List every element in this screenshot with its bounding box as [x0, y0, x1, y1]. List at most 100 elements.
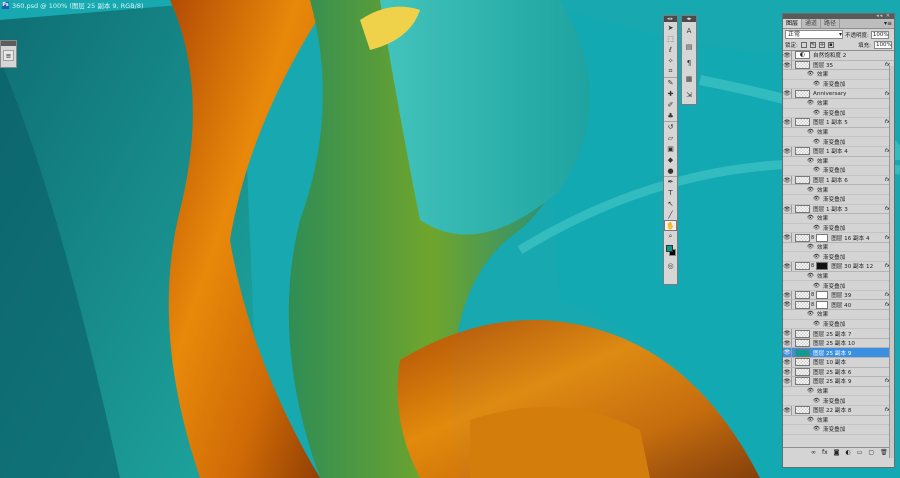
tab-channels[interactable]: 通道 — [802, 19, 822, 28]
effect-visibility-icon[interactable]: 👁 — [807, 388, 814, 394]
effect-row[interactable]: 👁 渐变叠加 — [783, 80, 894, 90]
new-layer-icon[interactable]: ▢ — [868, 449, 874, 456]
type-tool-icon[interactable]: T — [664, 187, 677, 198]
visibility-eye-icon[interactable]: 👁 — [783, 204, 792, 214]
eraser-tool-icon[interactable]: ▱ — [664, 132, 677, 143]
layer-row[interactable]: 👁 图层 1 副本 5 fx — [783, 118, 894, 128]
visibility-eye-icon[interactable]: 👁 — [783, 262, 792, 271]
clone-stamp-tool-icon[interactable]: ♣ — [664, 110, 677, 121]
effects-group-row[interactable]: 👁 效果 — [783, 99, 894, 109]
effect-visibility-icon[interactable]: 👁 — [807, 215, 814, 221]
layer-row[interactable]: 👁 ◐ 自然饱和度 2 — [783, 51, 894, 61]
blend-mode-select[interactable]: 正常 ▾ — [785, 30, 843, 39]
healing-brush-tool-icon[interactable]: ✚ — [664, 88, 677, 99]
layer-mask-thumbnail[interactable] — [816, 291, 829, 300]
mask-link-icon[interactable]: 8 — [811, 292, 814, 298]
new-adjustment-icon[interactable]: ◐ — [846, 449, 851, 456]
gradient-tool-icon[interactable]: ▣ — [664, 143, 677, 154]
layer-row[interactable]: 👁 图层 25 副本 9 — [783, 348, 894, 358]
visibility-eye-icon[interactable]: 👁 — [783, 405, 792, 415]
layer-mask-thumbnail[interactable] — [816, 233, 829, 242]
visibility-eye-icon[interactable]: 👁 — [783, 175, 792, 185]
document-title-bar[interactable]: Ps 360.psd @ 100% (图层 25 副本 9, RGB/8) — [0, 0, 240, 10]
effect-row[interactable]: 👁 渐变叠加 — [783, 137, 894, 147]
visibility-eye-icon[interactable]: 👁 — [783, 338, 792, 348]
layer-row[interactable]: 👁 图层 1 副本 3 fx — [783, 204, 894, 215]
visibility-eye-icon[interactable]: 👁 — [783, 233, 792, 242]
layer-thumbnail[interactable] — [795, 262, 810, 271]
effect-visibility-icon[interactable]: 👁 — [807, 244, 814, 250]
quick-select-tool-icon[interactable]: ✧ — [664, 55, 677, 66]
layer-row[interactable]: 👁 图层 1 副本 4 fx — [783, 146, 894, 157]
mask-link-icon[interactable]: 8 — [811, 302, 814, 308]
collapsed-palette[interactable]: ≡ — [0, 40, 17, 68]
layer-thumbnail[interactable] — [795, 367, 810, 376]
shape-tool-icon[interactable]: ╱ — [664, 209, 677, 220]
palette-grip[interactable] — [1, 41, 16, 46]
layer-thumbnail[interactable] — [795, 118, 810, 127]
adjustment-thumbnail[interactable]: ◐ — [795, 51, 810, 60]
layer-row[interactable]: 👁 图层 25 副本 10 — [783, 338, 894, 349]
layer-thumbnail[interactable] — [795, 329, 810, 338]
mask-link-icon[interactable]: 8 — [811, 235, 814, 241]
layer-row[interactable]: 👁 8 图层 40 fx — [783, 300, 894, 311]
brush-tool-icon[interactable]: ✐ — [664, 99, 677, 110]
layer-thumbnail[interactable] — [795, 348, 810, 357]
visibility-eye-icon[interactable]: 👁 — [783, 348, 792, 357]
quick-mask-icon[interactable]: ◎ — [664, 260, 677, 271]
effects-group-row[interactable]: 👁 效果 — [783, 157, 894, 167]
layer-thumbnail[interactable] — [795, 339, 810, 348]
foreground-color-swatch[interactable] — [666, 245, 673, 252]
effect-visibility-icon[interactable]: 👁 — [813, 225, 820, 231]
visibility-eye-icon[interactable]: 👁 — [783, 146, 792, 156]
eyedropper-tool-icon[interactable]: ✎ — [664, 77, 677, 88]
effects-group-row[interactable]: 👁 效果 — [783, 310, 894, 320]
tab-paths[interactable]: 路径 — [821, 19, 841, 28]
effects-group-row[interactable]: 👁 效果 — [783, 185, 894, 195]
layer-row[interactable]: 👁 图层 25 副本 6 — [783, 367, 894, 378]
effect-visibility-icon[interactable]: 👁 — [813, 254, 820, 260]
link-layers-icon[interactable]: ∞ — [811, 449, 816, 456]
effect-visibility-icon[interactable]: 👁 — [813, 81, 820, 87]
visibility-eye-icon[interactable]: 👁 — [783, 367, 792, 377]
layer-row[interactable]: 👁 图层 22 副本 8 fx — [783, 405, 894, 416]
effect-visibility-icon[interactable]: 👁 — [807, 129, 814, 135]
effect-row[interactable]: 👁 渐变叠加 — [783, 281, 894, 291]
visibility-eye-icon[interactable]: 👁 — [783, 290, 792, 300]
layer-row[interactable]: 👁 8 图层 39 fx — [783, 290, 894, 301]
blur-tool-icon[interactable]: ◆ — [664, 154, 677, 165]
effect-visibility-icon[interactable]: 👁 — [813, 426, 820, 432]
path-select-tool-icon[interactable]: ↖ — [664, 198, 677, 209]
effects-group-row[interactable]: 👁 效果 — [783, 272, 894, 282]
effects-group-row[interactable]: 👁 效果 — [783, 128, 894, 138]
effect-visibility-icon[interactable]: 👁 — [813, 167, 820, 173]
effect-row[interactable]: 👁 渐变叠加 — [783, 252, 894, 263]
visibility-eye-icon[interactable]: 👁 — [783, 89, 792, 98]
layer-thumbnail[interactable] — [795, 176, 810, 185]
crop-tool-icon[interactable]: ⌗ — [664, 66, 677, 77]
styles-panel-icon[interactable]: ▦ — [682, 72, 696, 86]
dock-grip[interactable]: ◂▸ — [682, 16, 696, 22]
effects-group-row[interactable]: 👁 效果 — [783, 387, 894, 397]
layer-row[interactable]: 👁 图层 25 副本 9 fx — [783, 377, 894, 387]
layer-thumbnail[interactable] — [795, 89, 810, 98]
history-brush-tool-icon[interactable]: ↺ — [664, 121, 677, 132]
hand-tool-icon[interactable]: ✋ — [664, 220, 677, 231]
add-style-icon[interactable]: fx — [822, 449, 828, 456]
lock-position-icon[interactable]: ✛ — [818, 42, 825, 48]
tab-layers[interactable]: 图层 — [783, 19, 803, 28]
adjust-sliders-icon[interactable]: ≡ — [3, 50, 14, 61]
effect-visibility-icon[interactable]: 👁 — [813, 139, 820, 145]
lasso-tool-icon[interactable]: ℓ — [664, 44, 677, 55]
effect-row[interactable]: 👁 渐变叠加 — [783, 166, 894, 176]
paragraph-panel-icon[interactable]: ¶ — [682, 56, 696, 70]
effects-group-row[interactable]: 👁 效果 — [783, 416, 894, 426]
visibility-eye-icon[interactable]: 👁 — [783, 118, 792, 127]
layer-row[interactable]: 👁 8 图层 16 副本 4 fx — [783, 233, 894, 243]
layer-thumbnail[interactable] — [795, 377, 810, 386]
visibility-eye-icon[interactable]: 👁 — [783, 329, 792, 338]
layer-row[interactable]: 👁 8 图层 30 副本 12 fx — [783, 262, 894, 272]
layer-thumbnail[interactable] — [795, 233, 810, 242]
layer-mask-thumbnail[interactable] — [816, 262, 829, 271]
effect-visibility-icon[interactable]: 👁 — [813, 398, 820, 404]
